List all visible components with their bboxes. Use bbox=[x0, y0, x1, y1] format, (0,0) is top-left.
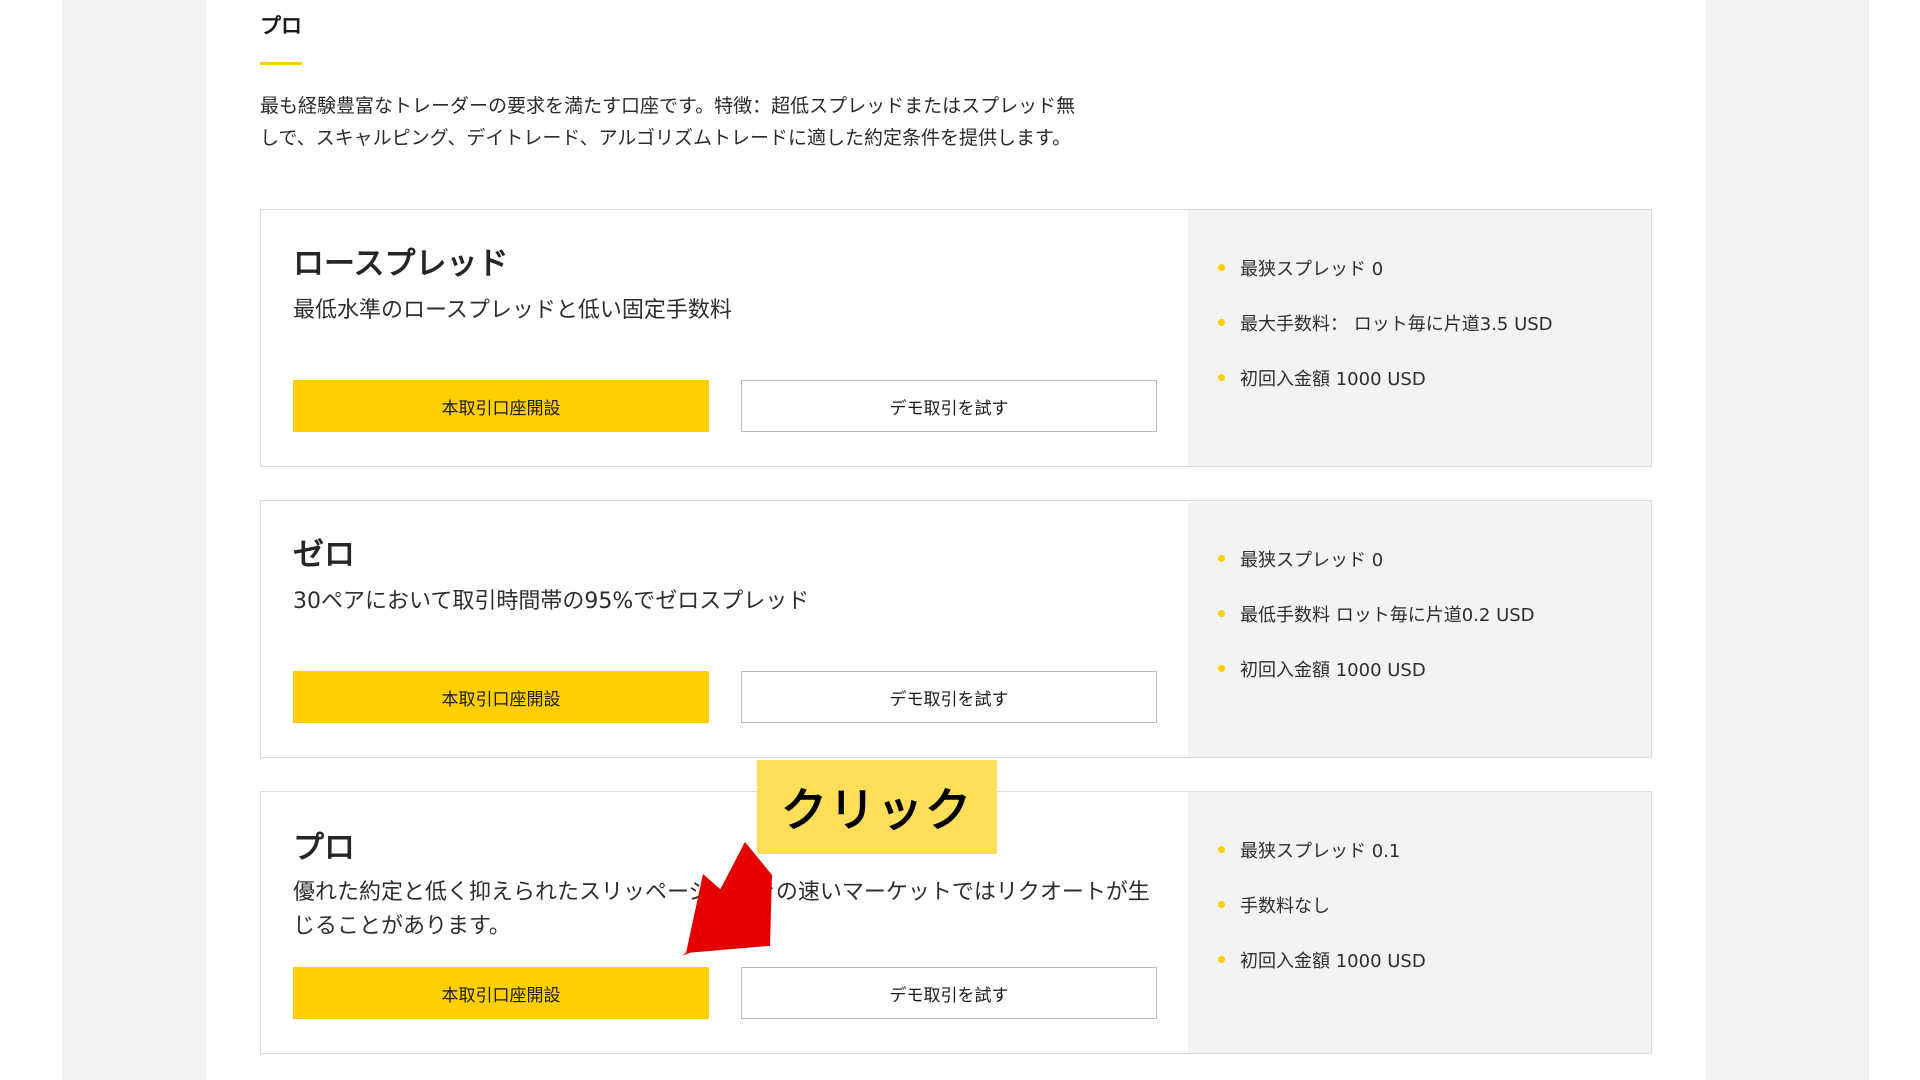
page-margin-left bbox=[0, 0, 62, 1080]
account-card-main: ゼロ 30ペアにおいて取引時間帯の95%でゼロスプレッド 本取引口座開設 デモ取… bbox=[261, 501, 1188, 757]
feature-item: 手数料なし bbox=[1218, 877, 1426, 932]
feature-text: 最狭スプレッド 0 bbox=[1240, 549, 1384, 571]
bullet-icon bbox=[1218, 374, 1225, 381]
feature-text: 初回入金額 1000 USD bbox=[1240, 368, 1426, 390]
feature-item: 最狭スプレッド 0.1 bbox=[1218, 822, 1426, 877]
bullet-icon bbox=[1218, 264, 1225, 271]
page-margin-right bbox=[1869, 0, 1920, 1080]
open-real-account-button[interactable]: 本取引口座開設 bbox=[293, 380, 709, 432]
bullet-icon bbox=[1218, 610, 1225, 617]
click-annotation-label: クリック bbox=[757, 760, 997, 854]
feature-item: 最低手数料 ロット毎に片道0.2 USD bbox=[1218, 586, 1535, 641]
feature-text: 最狭スプレッド 0 bbox=[1240, 258, 1384, 280]
feature-text: 最狭スプレッド 0.1 bbox=[1240, 840, 1401, 862]
account-features-panel: 最狭スプレッド 0 最低手数料 ロット毎に片道0.2 USD 初回入金額 100… bbox=[1188, 501, 1651, 757]
bullet-icon bbox=[1218, 901, 1225, 908]
bullet-icon bbox=[1218, 555, 1225, 562]
account-name: ゼロ bbox=[293, 537, 355, 573]
try-demo-button[interactable]: デモ取引を試す bbox=[741, 671, 1157, 723]
try-demo-button[interactable]: デモ取引を試す bbox=[741, 380, 1157, 432]
feature-item: 最狭スプレッド 0 bbox=[1218, 240, 1553, 295]
feature-item: 初回入金額 1000 USD bbox=[1218, 932, 1426, 987]
intro-line-1: 最も経験豊富なトレーダーの要求を満たす口座です。特徴：超低スプレッドまたはスプレ… bbox=[260, 95, 1076, 117]
account-description: 優れた約定と低く抑えられたスリッページ。動きの速いマーケットではリクオートが生じ… bbox=[293, 880, 1150, 939]
feature-list: 最狭スプレッド 0.1 手数料なし 初回入金額 1000 USD bbox=[1218, 822, 1426, 987]
feature-list: 最狭スプレッド 0 最低手数料 ロット毎に片道0.2 USD 初回入金額 100… bbox=[1218, 531, 1535, 696]
try-demo-button[interactable]: デモ取引を試す bbox=[741, 967, 1157, 1019]
feature-item: 初回入金額 1000 USD bbox=[1218, 641, 1535, 696]
account-features-panel: 最狭スプレッド 0.1 手数料なし 初回入金額 1000 USD bbox=[1188, 792, 1651, 1053]
feature-text: 初回入金額 1000 USD bbox=[1240, 950, 1426, 972]
account-name: ロースプレッド bbox=[293, 246, 509, 282]
open-real-account-button[interactable]: 本取引口座開設 bbox=[293, 967, 709, 1019]
account-card-zero: ゼロ 30ペアにおいて取引時間帯の95%でゼロスプレッド 本取引口座開設 デモ取… bbox=[260, 500, 1652, 758]
feature-item: 最狭スプレッド 0 bbox=[1218, 531, 1535, 586]
bullet-icon bbox=[1218, 956, 1225, 963]
bullet-icon bbox=[1218, 665, 1225, 672]
open-real-account-button[interactable]: 本取引口座開設 bbox=[293, 671, 709, 723]
feature-text: 初回入金額 1000 USD bbox=[1240, 659, 1426, 681]
tab-pro[interactable]: プロ bbox=[260, 10, 302, 40]
tab-active-indicator bbox=[260, 62, 302, 65]
account-name: プロ bbox=[293, 830, 355, 866]
account-card-raw-spread: ロースプレッド 最低水準のロースプレッドと低い固定手数料 本取引口座開設 デモ取… bbox=[260, 209, 1652, 467]
account-description: 最低水準のロースプレッドと低い固定手数料 bbox=[293, 298, 732, 323]
account-card-main: ロースプレッド 最低水準のロースプレッドと低い固定手数料 本取引口座開設 デモ取… bbox=[261, 210, 1188, 466]
feature-list: 最狭スプレッド 0 最大手数料： ロット毎に片道3.5 USD 初回入金額 10… bbox=[1218, 240, 1553, 405]
feature-item: 初回入金額 1000 USD bbox=[1218, 350, 1553, 405]
intro-text: 最も経験豊富なトレーダーの要求を満たす口座です。特徴：超低スプレッドまたはスプレ… bbox=[260, 90, 1200, 154]
intro-line-2: しで、スキャルピング、デイトレード、アルゴリズムトレードに適した約定条件を提供し… bbox=[260, 127, 1072, 149]
bullet-icon bbox=[1218, 846, 1225, 853]
account-card-main: プロ 優れた約定と低く抑えられたスリッページ。動きの速いマーケットではリクオート… bbox=[261, 792, 1188, 1053]
account-description: 30ペアにおいて取引時間帯の95%でゼロスプレッド bbox=[293, 589, 810, 614]
feature-text: 最低手数料 ロット毎に片道0.2 USD bbox=[1240, 604, 1535, 626]
feature-item: 最大手数料： ロット毎に片道3.5 USD bbox=[1218, 295, 1553, 350]
feature-text: 手数料なし bbox=[1240, 895, 1330, 917]
feature-text: 最大手数料： ロット毎に片道3.5 USD bbox=[1240, 313, 1553, 335]
account-features-panel: 最狭スプレッド 0 最大手数料： ロット毎に片道3.5 USD 初回入金額 10… bbox=[1188, 210, 1651, 466]
bullet-icon bbox=[1218, 319, 1225, 326]
